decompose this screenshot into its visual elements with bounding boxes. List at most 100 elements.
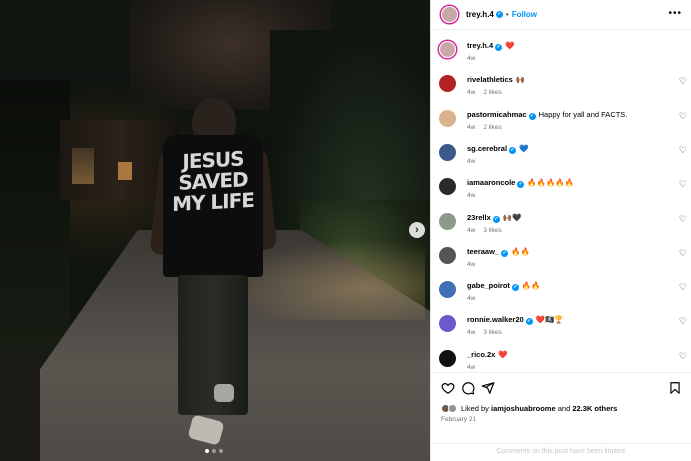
verified-badge-icon: ✓: [517, 181, 525, 189]
comment-meta: 4w 3 likes: [467, 329, 510, 336]
comment-time[interactable]: 4w: [467, 158, 475, 165]
action-bar: Liked by iamjoshuabroome and 22.3K other…: [431, 372, 691, 461]
comment-body: iamaaroncole ✓ 🔥🔥🔥🔥🔥: [467, 178, 667, 189]
comment-likes[interactable]: 2 likes: [483, 89, 501, 96]
comment-time[interactable]: 4w: [467, 261, 475, 268]
heart-icon[interactable]: [441, 381, 455, 395]
avatar[interactable]: [439, 75, 456, 93]
avatar[interactable]: [439, 281, 456, 299]
bookmark-icon[interactable]: [668, 381, 682, 395]
avatar[interactable]: [439, 109, 456, 127]
avatar[interactable]: [439, 178, 456, 196]
comment-text: 🔥🔥🔥🔥🔥: [527, 178, 575, 188]
comment-item: iamaaroncole ✓ 🔥🔥🔥🔥🔥 4w ♡: [439, 171, 687, 201]
post-photo[interactable]: JESUS SAVED MY LIFE ›: [0, 0, 430, 461]
comment-meta: 4w: [467, 158, 483, 165]
avatar[interactable]: [439, 315, 456, 333]
comment-meta: 4w: [467, 364, 483, 371]
comment-username[interactable]: teeraaw_: [467, 247, 499, 256]
comment-meta: 4w 2 likes: [467, 89, 510, 96]
comment-text: ❤️: [498, 349, 508, 359]
verified-badge-icon: ✓: [495, 11, 503, 18]
comment-body: rivelathletics 🙌🏾: [467, 75, 667, 85]
heart-icon[interactable]: ♡: [679, 316, 687, 326]
comment-text: 🙌🏾🖤: [502, 212, 522, 222]
comment-time[interactable]: 4w: [467, 364, 475, 371]
comment-item: _rico.2x ❤️ 4w ♡: [439, 343, 687, 372]
comment-meta: 4w 3 likes: [467, 227, 510, 234]
comments-limited-notice: Comments on this post have been limited.: [431, 443, 691, 461]
comment-text: 💙: [519, 143, 529, 153]
separator: •: [505, 10, 509, 19]
avatar[interactable]: [439, 41, 456, 58]
comment-likes[interactable]: 3 likes: [483, 227, 501, 234]
comment-username[interactable]: ronnie.walker20: [467, 315, 524, 324]
avatar[interactable]: [439, 212, 456, 230]
post-sidebar: trey.h.4 ✓ • Follow ••• trey.h.4 ✓ ❤️ 4w riv…: [430, 0, 691, 461]
comment-likes[interactable]: 3 likes: [483, 329, 501, 336]
comment-username[interactable]: rivelathletics: [467, 75, 513, 84]
comment-username[interactable]: iamaaroncole: [467, 178, 515, 187]
carousel-dot[interactable]: [212, 449, 216, 453]
verified-badge-icon: ✓: [501, 249, 509, 257]
heart-icon[interactable]: ♡: [679, 179, 687, 189]
comment-username[interactable]: sg.cerebral: [467, 144, 507, 153]
comment-username[interactable]: gabe_poirot: [467, 281, 510, 290]
follow-button[interactable]: Follow: [512, 10, 537, 19]
comment-item: ronnie.walker20 ✓ ❤️🏴‍☠️🏆 4w 3 likes ♡: [439, 308, 687, 338]
comment-body: 23rellx ✓ 🙌🏾🖤: [467, 213, 667, 223]
verified-badge-icon: ✓: [509, 146, 517, 154]
comment-text: 🔥🔥: [511, 246, 530, 256]
avatar[interactable]: [439, 143, 456, 161]
comment-time[interactable]: 4w: [467, 89, 475, 96]
comment-username[interactable]: 23rellx: [467, 213, 491, 222]
comment-time[interactable]: 4w: [467, 227, 475, 234]
comment-time[interactable]: 4w: [467, 295, 475, 302]
carousel-dot[interactable]: [219, 449, 223, 453]
comment-username[interactable]: trey.h.4: [467, 41, 493, 50]
chevron-right-icon[interactable]: ›: [409, 222, 425, 238]
avatar[interactable]: [439, 246, 456, 264]
comment-item: rivelathletics 🙌🏾 4w 2 likes ♡: [439, 68, 687, 98]
avatar[interactable]: [441, 6, 458, 23]
comment-meta: 4w: [467, 261, 483, 268]
comment-time[interactable]: 4w: [467, 124, 475, 131]
likes-others[interactable]: 22.3K others: [572, 404, 617, 413]
heart-icon[interactable]: ♡: [679, 76, 687, 86]
comment-body: sg.cerebral ✓ 💙: [467, 144, 667, 154]
shirt-line: MY LIFE: [172, 187, 254, 217]
comment-item: trey.h.4 ✓ ❤️ 4w: [439, 34, 687, 64]
heart-icon[interactable]: ♡: [679, 214, 687, 224]
comment-meta: 4w: [467, 55, 483, 62]
avatar[interactable]: [448, 404, 457, 413]
comment-body: gabe_poirot ✓ 🔥🔥: [467, 281, 667, 292]
comment-text: ❤️🏴‍☠️🏆: [535, 315, 564, 325]
post-date[interactable]: February 21: [441, 416, 476, 423]
heart-icon[interactable]: ♡: [679, 351, 687, 361]
likes-summary: Liked by iamjoshuabroome and 22.3K other…: [441, 404, 617, 413]
comment-username[interactable]: pastormicahmac: [467, 110, 527, 119]
comment-meta: 4w: [467, 192, 483, 199]
heart-icon[interactable]: ♡: [679, 111, 687, 121]
comment-list[interactable]: trey.h.4 ✓ ❤️ 4w rivelathletics 🙌🏾 4w 2 likes ♡ p…: [431, 30, 691, 372]
comment-text: 🙌🏾: [515, 75, 526, 85]
comment-icon[interactable]: [461, 381, 475, 395]
avatar[interactable]: [439, 349, 456, 367]
more-icon[interactable]: •••: [668, 9, 682, 19]
comment-likes[interactable]: 2 likes: [483, 124, 501, 131]
heart-icon[interactable]: ♡: [679, 145, 687, 155]
comment-time[interactable]: 4w: [467, 192, 475, 199]
comment-time[interactable]: 4w: [467, 55, 475, 62]
comment-meta: 4w: [467, 295, 483, 302]
verified-badge-icon: ✓: [525, 318, 533, 326]
heart-icon[interactable]: ♡: [679, 282, 687, 292]
author-username[interactable]: trey.h.4: [466, 10, 494, 19]
share-icon[interactable]: [481, 381, 495, 395]
heart-icon[interactable]: ♡: [679, 248, 687, 258]
carousel-dot[interactable]: [205, 449, 209, 453]
comment-time[interactable]: 4w: [467, 329, 475, 336]
person-pants: [178, 275, 248, 415]
comment-body: teeraaw_ ✓ 🔥🔥: [467, 247, 667, 257]
comment-username[interactable]: _rico.2x: [467, 350, 495, 359]
liked-by-user[interactable]: iamjoshuabroome: [491, 404, 556, 413]
